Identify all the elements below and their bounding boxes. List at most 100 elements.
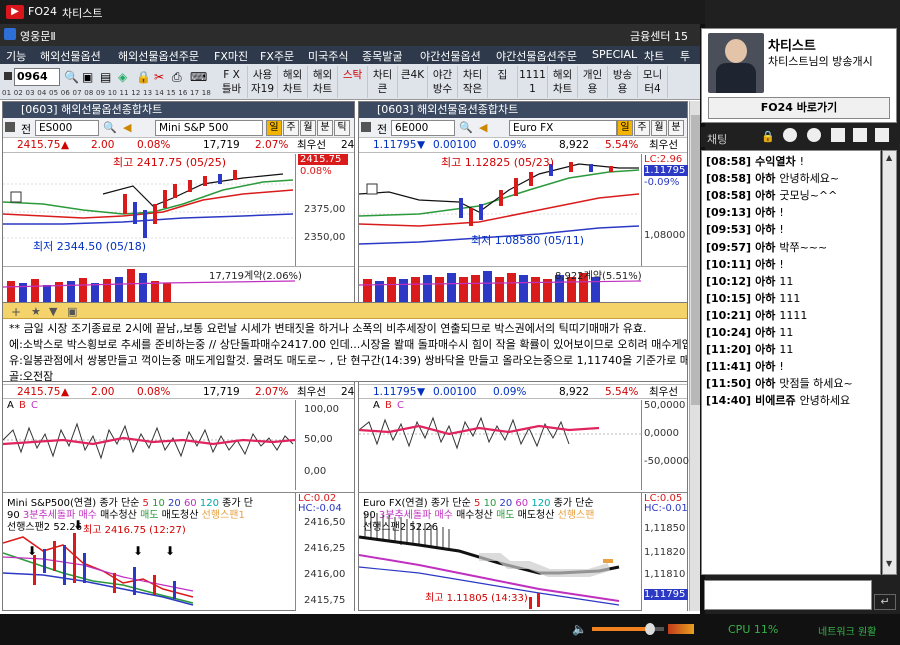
minute-chart[interactable]: Mini S&P500(연결) 종가 단순 5 10 20 60 120 종가 …: [3, 492, 354, 611]
app-titlebar: 영웅문Ⅱ 금융센터 15: [0, 24, 700, 46]
quick-button[interactable]: 야간 방수: [428, 66, 458, 98]
quick-button[interactable]: 모니 터4: [638, 66, 668, 98]
quick-button[interactable]: 집: [488, 66, 518, 98]
period-month-button[interactable]: 월: [651, 120, 667, 136]
menu-item[interactable]: 해외선물옵션주문: [118, 48, 199, 64]
vertical-scrollbar[interactable]: [689, 101, 700, 611]
menu-item[interactable]: 미국주식: [308, 48, 348, 64]
volume-slider[interactable]: [592, 623, 664, 635]
toolbar: 0964 🔍 ▣ ▤ ◈ 🔒 ✂ ⎙ ⌨ 01 02 03 04 05 06 0…: [0, 64, 700, 100]
quick-button[interactable]: 방송 용: [608, 66, 638, 98]
grid-icon[interactable]: [4, 72, 12, 80]
price-chart[interactable]: 최고 1.12825 (05/23) 최저 1.08580 (05/11) LC…: [359, 154, 688, 266]
axis-tick: 50,00: [304, 434, 333, 445]
quick-button[interactable]: 차티 작은: [458, 66, 488, 98]
grid-icon[interactable]: [361, 122, 371, 132]
add-icon[interactable]: +: [11, 304, 21, 320]
minute-chart[interactable]: Euro FX(연결) 종가 단순 5 10 20 60 120 종가 단순 9…: [359, 492, 688, 611]
search-icon[interactable]: 🔍: [459, 121, 473, 134]
quick-button[interactable]: 개인 용: [578, 66, 608, 98]
quick-button[interactable]: 해외 차트: [308, 66, 338, 98]
speaker-icon[interactable]: ◀: [123, 121, 131, 134]
chat-scrollbar[interactable]: ▲ ▼: [882, 150, 897, 575]
cut-icon[interactable]: ✂: [154, 70, 164, 84]
menu-item[interactable]: 야간선물옵션: [420, 48, 481, 64]
chat-input[interactable]: [704, 580, 872, 610]
quote-arrow: ▲: [61, 139, 70, 151]
volume-slider-knob[interactable]: [644, 623, 655, 635]
svg-text:⬇: ⬇: [73, 518, 83, 532]
menu-item[interactable]: 차트: [644, 48, 664, 64]
tool-icon[interactable]: ◈: [118, 70, 127, 84]
prefix-label: 전: [377, 123, 388, 136]
menu-item[interactable]: 기능: [6, 48, 26, 64]
notes-icon[interactable]: [831, 128, 845, 142]
fo24-shortcut-button[interactable]: FO24 바로가기: [708, 97, 890, 119]
menu-item[interactable]: 해외선물옵션: [40, 48, 101, 64]
chat-username: 비에르쥬: [755, 394, 796, 408]
price-chart[interactable]: 최고 2417.75 (05/25) 최저 2344.50 (05/18) 24…: [3, 154, 354, 266]
period-week-button[interactable]: 주: [283, 120, 299, 136]
speaker-icon[interactable]: ◀: [479, 121, 487, 134]
quick-button[interactable]: 해외 차트: [278, 66, 308, 98]
period-day-button[interactable]: 일: [617, 120, 633, 136]
chat-log[interactable]: [08:58] 수익열차! [08:58] 아하 안녕하세요~ [08:58] 아하 굿모닝~…: [701, 150, 881, 575]
quote-tail: 24: [341, 139, 355, 151]
print-icon[interactable]: ⎙: [172, 70, 182, 85]
symbol-code-select[interactable]: ES000: [35, 120, 99, 136]
quick-button[interactable]: 큰4K: [398, 66, 428, 98]
quick-button[interactable]: F X 틀바: [216, 66, 248, 98]
quick-button[interactable]: 스탁: [338, 66, 368, 98]
save-icon[interactable]: ▣: [82, 70, 93, 84]
price-tag: 1.11795: [644, 165, 688, 176]
axis-tick: 50,0000: [644, 400, 686, 411]
chart2-axis: LC:0.05 HC:-0.01 1,11850 1,11820 1,11810…: [641, 493, 688, 611]
send-icon[interactable]: ↵: [874, 594, 896, 610]
period-tick-button[interactable]: 틱: [334, 120, 350, 136]
export-icon[interactable]: [853, 128, 867, 142]
keyboard-icon[interactable]: ⌨: [190, 70, 207, 84]
symbol-code-select[interactable]: 6E000: [391, 120, 455, 136]
scroll-down-icon[interactable]: ▼: [886, 559, 892, 568]
search-icon[interactable]: 🔍: [64, 70, 79, 84]
scrollbar-thumb[interactable]: [691, 115, 700, 405]
scroll-up-icon[interactable]: ▲: [886, 153, 892, 162]
period-month-button[interactable]: 월: [300, 120, 316, 136]
quick-button[interactable]: 해외 차트: [548, 66, 578, 98]
volume-chart[interactable]: 8,922계약(5.51%): [359, 266, 687, 303]
quick-button[interactable]: 차티 큰: [368, 66, 398, 98]
lock-icon[interactable]: 🔒: [761, 130, 775, 143]
period-day-button[interactable]: 일: [266, 120, 282, 136]
volume-chart[interactable]: 17,719계약(2.06%): [3, 266, 354, 303]
chat-tab-label[interactable]: 채팅: [707, 131, 727, 147]
menu-item[interactable]: 투: [680, 48, 690, 64]
network-status: 네트워크 원활: [818, 627, 877, 638]
period-minute-button[interactable]: 분: [317, 120, 333, 136]
menu-item[interactable]: 야간선물옵션주문: [496, 48, 577, 64]
speaker-icon[interactable]: 🔈: [572, 622, 587, 636]
print-icon[interactable]: [875, 128, 889, 142]
menu-item[interactable]: FX주문: [260, 48, 294, 64]
settings-icon[interactable]: [807, 128, 821, 142]
pin-icon[interactable]: ▼: [49, 304, 57, 320]
menu-item[interactable]: 종목발굴: [362, 48, 402, 64]
window-icon[interactable]: ▣: [67, 304, 77, 320]
menu-item[interactable]: FX마진: [214, 48, 248, 64]
chart-icon[interactable]: [783, 128, 797, 142]
period-week-button[interactable]: 주: [634, 120, 650, 136]
image-icon[interactable]: ▤: [100, 70, 111, 84]
indicator-chart[interactable]: A B C 100,00 50,00 0,00: [3, 400, 354, 490]
page-number-strip[interactable]: 01 02 03 04 05 06 07 08 09 10 11 12 13 1…: [2, 89, 214, 99]
menu-item[interactable]: SPECIAL: [592, 48, 637, 61]
memo-notepad[interactable]: + ★ ▼ ▣ ** 금일 시장 조기종료로 2시에 끝남,,보통 요런날 시세…: [2, 302, 688, 382]
lock-icon[interactable]: 🔒: [136, 70, 151, 84]
grid-icon[interactable]: [5, 122, 15, 132]
star-icon[interactable]: ★: [31, 304, 41, 320]
quick-button[interactable]: 사용 자19: [248, 66, 278, 98]
indicator-chart[interactable]: A B C 50,0000 0,0000 -50,0000: [359, 400, 689, 490]
search-icon[interactable]: 🔍: [103, 121, 117, 134]
account-code-select[interactable]: 0964: [14, 68, 60, 86]
period-minute-button[interactable]: 분: [668, 120, 684, 136]
quick-button[interactable]: 1111 1: [518, 66, 548, 98]
chat-time: [09:57]: [706, 240, 752, 254]
